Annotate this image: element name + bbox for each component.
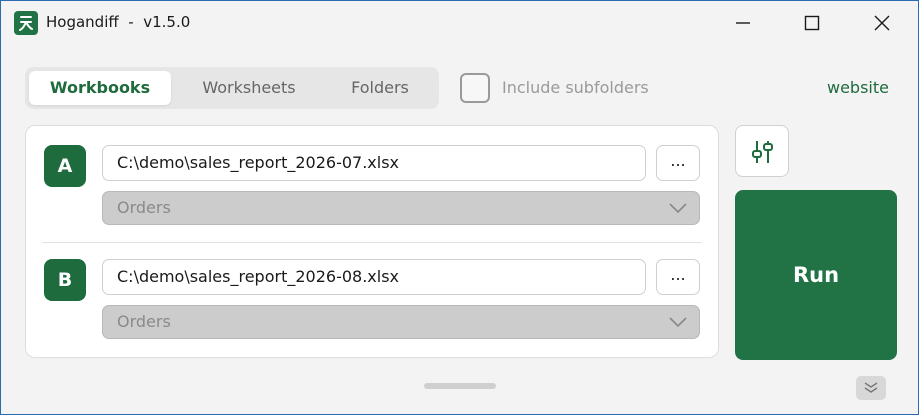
include-subfolders-label: Include subfolders [502, 78, 649, 97]
tab-worksheets[interactable]: Worksheets [175, 71, 323, 105]
sheet-select-a-value: Orders [117, 198, 171, 217]
badge-a: A [44, 145, 86, 187]
expand-button[interactable] [856, 376, 886, 400]
sheet-select-b[interactable]: Orders [102, 305, 700, 339]
tab-workbooks[interactable]: Workbooks [29, 71, 171, 105]
sheet-select-b-value: Orders [117, 312, 171, 331]
app-logo-icon [14, 11, 38, 35]
run-button[interactable]: Run [735, 190, 897, 360]
close-icon [874, 15, 890, 31]
path-input-b[interactable]: C:\demo\sales_report_2026-08.xlsx [102, 259, 646, 295]
double-chevron-down-icon [864, 382, 878, 393]
close-button[interactable] [859, 1, 905, 45]
browse-button-b[interactable]: ... [656, 259, 700, 295]
path-input-a[interactable]: C:\demo\sales_report_2026-07.xlsx [102, 145, 646, 181]
maximize-button[interactable] [789, 1, 835, 45]
workbooks-card: A C:\demo\sales_report_2026-07.xlsx ... … [25, 125, 719, 358]
browse-button-a[interactable]: ... [656, 145, 700, 181]
maximize-icon [804, 15, 820, 31]
chevron-down-icon [669, 203, 687, 214]
badge-b: B [44, 259, 86, 301]
include-subfolders-checkbox[interactable] [460, 73, 490, 103]
website-link[interactable]: website [827, 78, 889, 97]
tab-folders[interactable]: Folders [325, 71, 435, 105]
divider [42, 242, 702, 243]
sheet-select-a[interactable]: Orders [102, 191, 700, 225]
settings-button[interactable] [735, 125, 789, 177]
app-name: Hogandiff [46, 13, 119, 31]
sliders-icon [752, 141, 773, 163]
title-bar[interactable]: Hogandiff - v1.5.0 [1, 1, 918, 45]
resize-handle[interactable] [424, 383, 496, 389]
window-title: Hogandiff - v1.5.0 [46, 13, 190, 31]
title-separator: - [128, 13, 134, 31]
mode-tabs: Workbooks Worksheets Folders [25, 67, 439, 109]
chevron-down-icon [669, 317, 687, 328]
app-window: Hogandiff - v1.5.0 Workbooks Worksheets … [0, 0, 919, 415]
app-version: v1.5.0 [143, 13, 191, 31]
minimize-button[interactable] [720, 1, 766, 45]
minimize-icon [736, 22, 750, 24]
